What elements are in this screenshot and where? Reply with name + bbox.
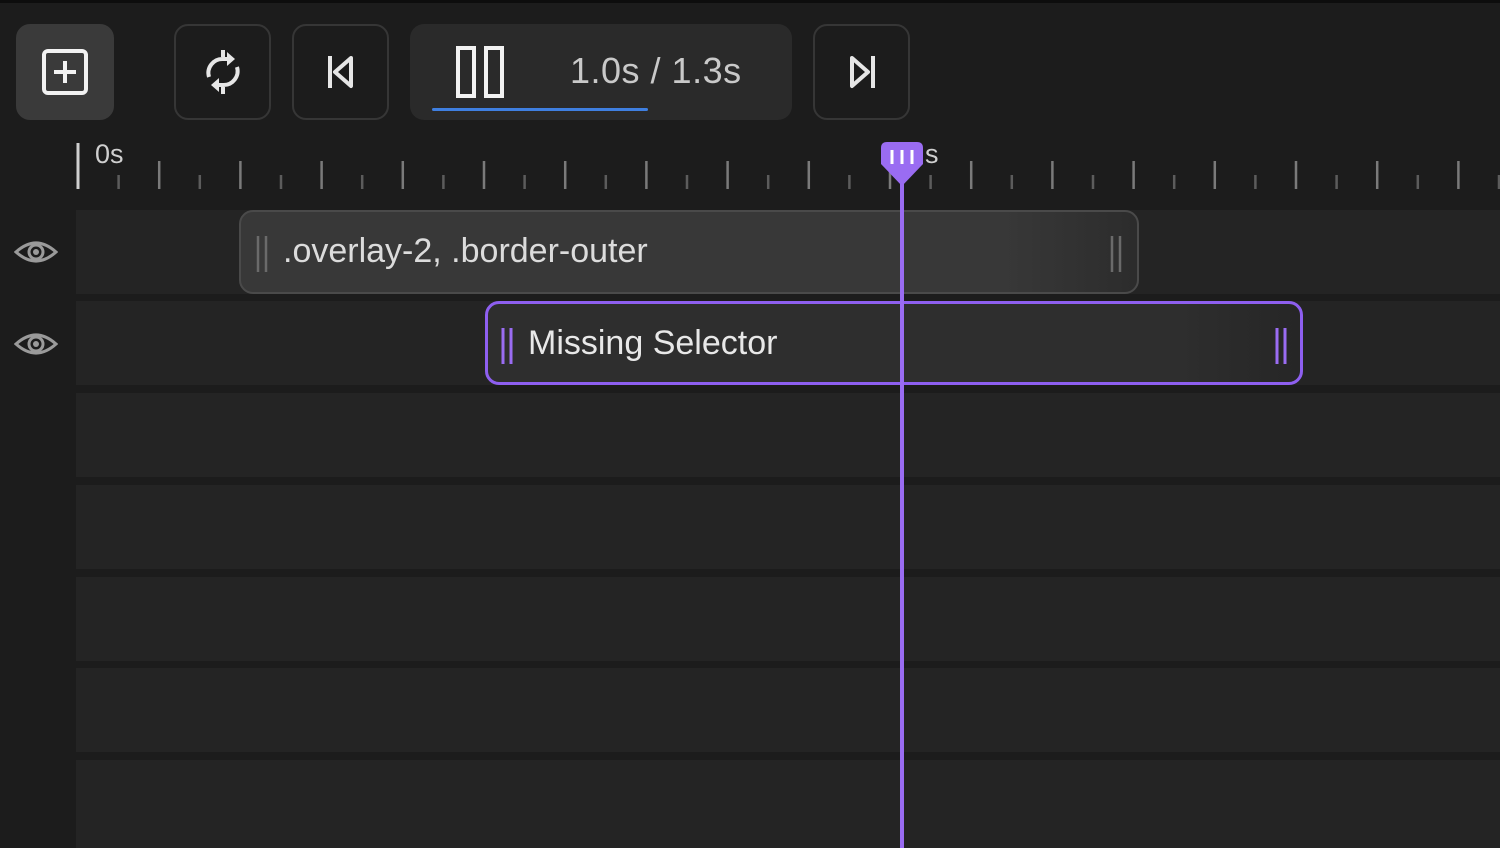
track-row-7[interactable] [76,760,1500,848]
visibility-eye-icon[interactable] [14,329,58,359]
clip-start-handle[interactable] [255,234,269,274]
pause-icon [456,46,504,98]
skip-to-start-button[interactable] [292,24,389,120]
track-row-3[interactable] [76,393,1500,477]
panel-top-border [0,0,1500,3]
clip-end-handle[interactable] [1274,326,1288,366]
loop-icon [205,50,240,94]
clip-label: .overlay-2, .border-outer [283,232,648,270]
playhead-line[interactable] [900,150,904,848]
animation-clip-overlay[interactable]: .overlay-2, .border-outer [239,210,1139,294]
track-row-6[interactable] [76,668,1500,752]
time-ruler[interactable]: 0s s [0,135,1500,200]
skip-to-start-icon [327,56,353,88]
add-animation-button[interactable] [16,24,114,120]
clip-label: Missing Selector [528,324,778,362]
loop-button[interactable] [174,24,271,120]
skip-to-end-button[interactable] [813,24,910,120]
ruler-label-start: 0s [95,139,124,169]
ruler-ticks [76,143,1500,189]
visibility-eye-icon[interactable] [14,237,58,267]
plus-square-icon [42,49,88,95]
track-row-4[interactable] [76,485,1500,569]
playback-progress-fill [432,108,648,111]
skip-to-end-icon [849,56,875,88]
track-row-5[interactable] [76,577,1500,661]
animation-clip-missing-selector[interactable]: Missing Selector [485,301,1303,385]
pause-button[interactable] [456,46,506,98]
clip-end-handle[interactable] [1109,234,1123,274]
playback-progress [432,108,712,111]
playback-control: 1.0s / 1.3s [410,24,792,120]
timeline-panel: 1.0s / 1.3s 0s s .overlay-2, .border-out… [0,0,1500,848]
time-readout: 1.0s / 1.3s [570,50,742,91]
ruler-label-playhead: s [925,139,939,169]
playhead-handle[interactable] [877,140,927,190]
clip-start-handle[interactable] [500,326,514,366]
